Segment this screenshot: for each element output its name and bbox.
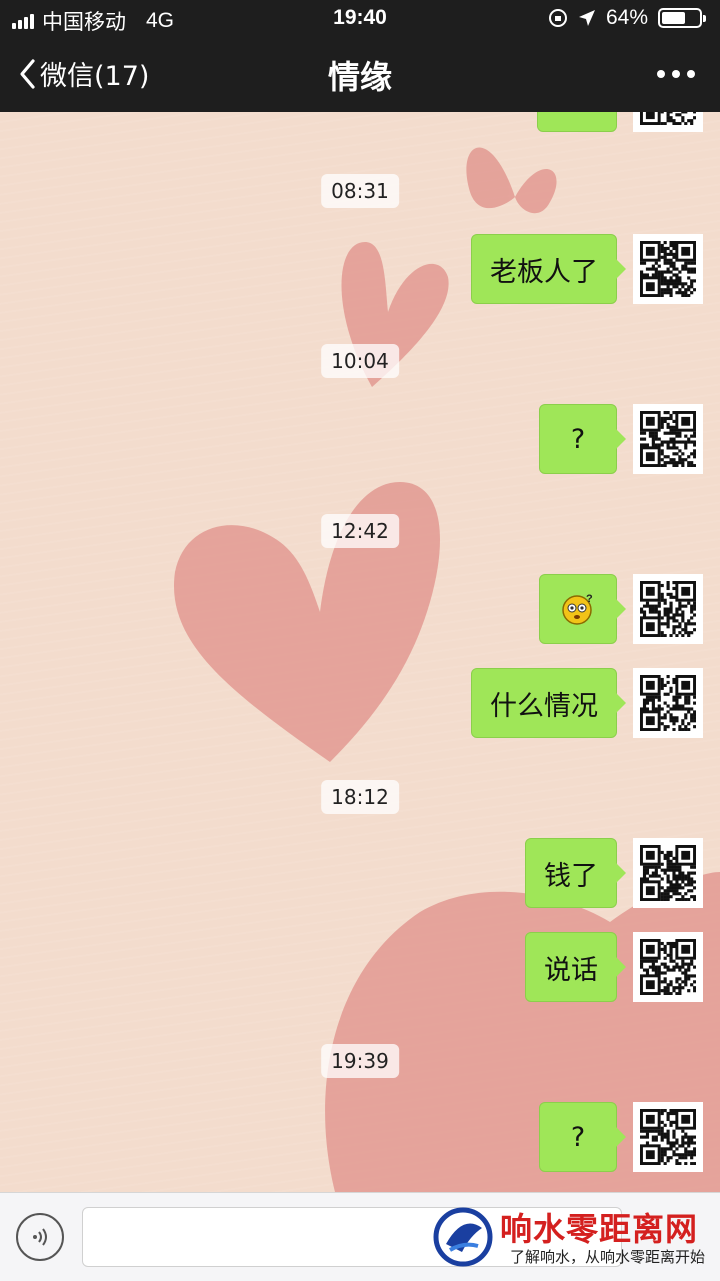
svg-text:?: ? (586, 593, 593, 605)
timestamp: 12:42 (321, 514, 399, 548)
qr-avatar-icon (640, 112, 696, 125)
site-logo-icon (433, 1207, 493, 1267)
timestamp: 08:31 (321, 174, 399, 208)
message-bubble[interactable]: 说话 (525, 932, 626, 1002)
qr-avatar-icon (640, 1109, 696, 1165)
qr-avatar-icon (640, 939, 696, 995)
voice-button[interactable] (16, 1213, 64, 1261)
qr-avatar-icon (640, 411, 696, 467)
qr-avatar-icon (640, 241, 696, 297)
message-row: 什么情况 (471, 668, 703, 738)
qr-avatar-icon (640, 845, 696, 901)
avatar[interactable] (633, 838, 703, 908)
dot-icon (687, 70, 695, 78)
nav-bar: 微信(17) 情缘 (0, 36, 720, 112)
message-row: 钱了 (525, 838, 703, 908)
back-label: 微信(17) (40, 61, 150, 92)
qr-avatar-icon (640, 675, 696, 731)
message-row: ? (539, 574, 703, 644)
location-arrow-icon (578, 10, 595, 26)
confused-face-emoji-icon: ? (562, 593, 593, 625)
timestamp: 19:39 (321, 1044, 399, 1078)
avatar[interactable] (633, 668, 703, 738)
battery-percent: 64% (605, 6, 648, 29)
avatar[interactable] (633, 112, 703, 132)
timestamp: 18:12 (321, 780, 399, 814)
heart-shape (466, 147, 557, 214)
message-bubble[interactable]: 什么情况 (471, 668, 626, 738)
qr-avatar-icon (640, 581, 696, 637)
message-row: 老板人了 (471, 234, 703, 304)
avatar[interactable] (633, 932, 703, 1002)
watermark-subtitle: 了解响水，从响水零距离开始 (510, 1248, 706, 1266)
avatar[interactable] (633, 404, 703, 474)
message-row-partial (537, 112, 703, 132)
message-bubble[interactable]: 老板人了 (471, 234, 626, 304)
status-right: 64% (548, 6, 706, 30)
chevron-left-icon (20, 58, 35, 89)
timestamp: 10:04 (321, 344, 399, 378)
message-bubble[interactable]: ? (539, 1102, 626, 1172)
message-row: 说话 (525, 932, 703, 1002)
back-button[interactable]: 微信(17) (18, 54, 149, 93)
avatar[interactable] (633, 1102, 703, 1172)
chat-area[interactable]: 08:31 老板人了 10:04 ? 12:42 ? 什么情况 18:12 钱了… (0, 112, 720, 1192)
message-bubble[interactable]: 钱了 (525, 838, 626, 908)
avatar[interactable] (633, 574, 703, 644)
site-watermark: 响水零距离网 了解响水，从响水零距离开始 (428, 1200, 720, 1280)
message-bubble[interactable]: ? (539, 404, 626, 474)
more-button[interactable] (654, 62, 698, 86)
message-bubble[interactable] (537, 112, 617, 132)
dot-icon (672, 70, 680, 78)
rotation-lock-icon (548, 9, 567, 27)
voice-wave-icon (33, 1228, 47, 1246)
heart-shape (173, 482, 440, 762)
message-bubble[interactable]: ? (539, 574, 626, 644)
message-row: ? (539, 404, 703, 474)
status-bar: 中国移动 4G 19:40 64% (0, 0, 720, 36)
dot-icon (657, 70, 665, 78)
message-row: ? (539, 1102, 703, 1172)
avatar[interactable] (633, 234, 703, 304)
watermark-title: 响水零距离网 (500, 1210, 699, 1248)
battery-icon (658, 8, 706, 28)
